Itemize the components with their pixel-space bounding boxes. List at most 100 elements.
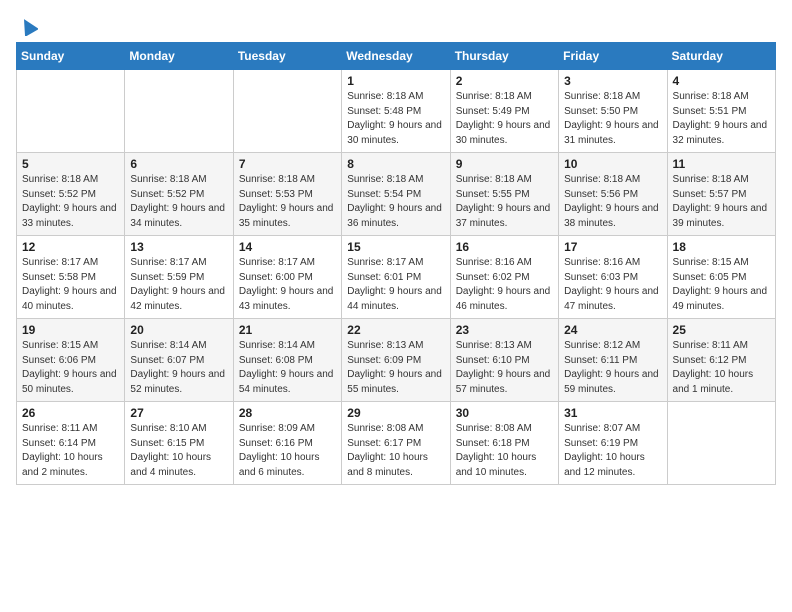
day-info: Sunrise: 8:08 AM Sunset: 6:18 PM Dayligh… xyxy=(456,422,553,480)
calendar-cell: 22 Sunrise: 8:13 AM Sunset: 6:09 PM Dayli… xyxy=(342,319,450,402)
calendar-cell: 15Sunrise: 8:17 AM Sunset: 6:01 PM Dayli… xyxy=(342,236,450,319)
day-info: Sunrise: 8:11 AM Sunset: 6:12 PM Dayligh… xyxy=(673,339,770,397)
day-number: 31 xyxy=(564,406,661,420)
day-number: 8 xyxy=(347,157,444,171)
calendar-cell: 21Sunrise: 8:14 AM Sunset: 6:08 PM Dayli… xyxy=(233,319,341,402)
day-info: Sunrise: 8:18 AM Sunset: 5:49 PM Dayligh… xyxy=(456,90,553,148)
day-info: Sunrise: 8:08 AM Sunset: 6:17 PM Dayligh… xyxy=(347,422,444,480)
day-info: Sunrise: 8:16 AM Sunset: 6:03 PM Dayligh… xyxy=(564,256,661,314)
day-number: 30 xyxy=(456,406,553,420)
day-number: 26 xyxy=(22,406,119,420)
calendar-cell: 12 Sunrise: 8:17 AM Sunset: 5:58 PM Dayli… xyxy=(17,236,125,319)
day-info: Sunrise: 8:18 AM Sunset: 5:48 PM Dayligh… xyxy=(347,90,444,148)
day-info: Sunrise: 8:14 AM Sunset: 6:07 PM Dayligh… xyxy=(130,339,227,397)
day-of-week-header: Sunday xyxy=(17,43,125,70)
day-of-week-header: Saturday xyxy=(667,43,775,70)
calendar-cell: 27Sunrise: 8:10 AM Sunset: 6:15 PM Dayli… xyxy=(125,402,233,485)
day-of-week-header: Tuesday xyxy=(233,43,341,70)
calendar-cell: 14 Sunrise: 8:17 AM Sunset: 6:00 PM Dayli… xyxy=(233,236,341,319)
day-number: 9 xyxy=(456,157,553,171)
day-number: 14 xyxy=(239,240,336,254)
day-info: Sunrise: 8:15 AM Sunset: 6:06 PM Dayligh… xyxy=(22,339,119,397)
calendar-cell: 25 Sunrise: 8:11 AM Sunset: 6:12 PM Dayli… xyxy=(667,319,775,402)
day-number: 4 xyxy=(673,74,770,88)
day-number: 6 xyxy=(130,157,227,171)
day-number: 10 xyxy=(564,157,661,171)
calendar-week-row: 26 Sunrise: 8:11 AM Sunset: 6:14 PM Dayli… xyxy=(17,402,776,485)
day-number: 11 xyxy=(673,157,770,171)
page-header xyxy=(16,16,776,30)
calendar-week-row: 5 Sunrise: 8:18 AM Sunset: 5:52 PM Daylig… xyxy=(17,153,776,236)
day-info: Sunrise: 8:18 AM Sunset: 5:56 PM Dayligh… xyxy=(564,173,661,231)
calendar-cell: 16 Sunrise: 8:16 AM Sunset: 6:02 PM Dayli… xyxy=(450,236,558,319)
calendar-cell: 13Sunrise: 8:17 AM Sunset: 5:59 PM Dayli… xyxy=(125,236,233,319)
day-number: 12 xyxy=(22,240,119,254)
day-number: 7 xyxy=(239,157,336,171)
calendar-table: SundayMondayTuesdayWednesdayThursdayFrid… xyxy=(16,42,776,485)
calendar-cell: 18 Sunrise: 8:15 AM Sunset: 6:05 PM Dayli… xyxy=(667,236,775,319)
day-of-week-header: Thursday xyxy=(450,43,558,70)
day-info: Sunrise: 8:18 AM Sunset: 5:51 PM Dayligh… xyxy=(673,90,770,148)
day-info: Sunrise: 8:18 AM Sunset: 5:50 PM Dayligh… xyxy=(564,90,661,148)
calendar-cell: 1 Sunrise: 8:18 AM Sunset: 5:48 PM Daylig… xyxy=(342,70,450,153)
calendar-cell: 20 Sunrise: 8:14 AM Sunset: 6:07 PM Dayli… xyxy=(125,319,233,402)
day-info: Sunrise: 8:15 AM Sunset: 6:05 PM Dayligh… xyxy=(673,256,770,314)
calendar-cell: 2 Sunrise: 8:18 AM Sunset: 5:49 PM Daylig… xyxy=(450,70,558,153)
day-info: Sunrise: 8:18 AM Sunset: 5:57 PM Dayligh… xyxy=(673,173,770,231)
calendar-week-row: 1 Sunrise: 8:18 AM Sunset: 5:48 PM Daylig… xyxy=(17,70,776,153)
day-info: Sunrise: 8:18 AM Sunset: 5:53 PM Dayligh… xyxy=(239,173,336,231)
logo xyxy=(16,16,38,30)
day-number: 2 xyxy=(456,74,553,88)
day-number: 5 xyxy=(22,157,119,171)
day-number: 22 xyxy=(347,323,444,337)
day-number: 29 xyxy=(347,406,444,420)
calendar-cell: 19 Sunrise: 8:15 AM Sunset: 6:06 PM Dayli… xyxy=(17,319,125,402)
calendar-cell: 5 Sunrise: 8:18 AM Sunset: 5:52 PM Daylig… xyxy=(17,153,125,236)
day-of-week-header: Friday xyxy=(559,43,667,70)
day-number: 16 xyxy=(456,240,553,254)
calendar-cell: 11 Sunrise: 8:18 AM Sunset: 5:57 PM Dayli… xyxy=(667,153,775,236)
calendar-header-row: SundayMondayTuesdayWednesdayThursdayFrid… xyxy=(17,43,776,70)
calendar-cell: 3 Sunrise: 8:18 AM Sunset: 5:50 PM Daylig… xyxy=(559,70,667,153)
calendar-cell xyxy=(17,70,125,153)
day-of-week-header: Monday xyxy=(125,43,233,70)
day-number: 18 xyxy=(673,240,770,254)
day-number: 1 xyxy=(347,74,444,88)
day-info: Sunrise: 8:11 AM Sunset: 6:14 PM Dayligh… xyxy=(22,422,119,480)
day-number: 3 xyxy=(564,74,661,88)
calendar-cell: 4 Sunrise: 8:18 AM Sunset: 5:51 PM Daylig… xyxy=(667,70,775,153)
calendar-cell: 10 Sunrise: 8:18 AM Sunset: 5:56 PM Dayli… xyxy=(559,153,667,236)
day-number: 15 xyxy=(347,240,444,254)
calendar-cell xyxy=(667,402,775,485)
logo-icon xyxy=(18,16,38,36)
day-number: 24 xyxy=(564,323,661,337)
day-number: 23 xyxy=(456,323,553,337)
day-info: Sunrise: 8:07 AM Sunset: 6:19 PM Dayligh… xyxy=(564,422,661,480)
day-of-week-header: Wednesday xyxy=(342,43,450,70)
calendar-week-row: 12 Sunrise: 8:17 AM Sunset: 5:58 PM Dayli… xyxy=(17,236,776,319)
calendar-cell: 9 Sunrise: 8:18 AM Sunset: 5:55 PM Daylig… xyxy=(450,153,558,236)
calendar-cell xyxy=(125,70,233,153)
day-info: Sunrise: 8:16 AM Sunset: 6:02 PM Dayligh… xyxy=(456,256,553,314)
day-info: Sunrise: 8:13 AM Sunset: 6:10 PM Dayligh… xyxy=(456,339,553,397)
day-number: 13 xyxy=(130,240,227,254)
calendar-cell: 26 Sunrise: 8:11 AM Sunset: 6:14 PM Dayli… xyxy=(17,402,125,485)
day-info: Sunrise: 8:09 AM Sunset: 6:16 PM Dayligh… xyxy=(239,422,336,480)
day-number: 17 xyxy=(564,240,661,254)
day-info: Sunrise: 8:17 AM Sunset: 6:00 PM Dayligh… xyxy=(239,256,336,314)
day-info: Sunrise: 8:12 AM Sunset: 6:11 PM Dayligh… xyxy=(564,339,661,397)
calendar-cell: 28Sunrise: 8:09 AM Sunset: 6:16 PM Dayli… xyxy=(233,402,341,485)
day-info: Sunrise: 8:17 AM Sunset: 5:58 PM Dayligh… xyxy=(22,256,119,314)
calendar-cell: 29 Sunrise: 8:08 AM Sunset: 6:17 PM Dayli… xyxy=(342,402,450,485)
day-info: Sunrise: 8:18 AM Sunset: 5:54 PM Dayligh… xyxy=(347,173,444,231)
day-info: Sunrise: 8:13 AM Sunset: 6:09 PM Dayligh… xyxy=(347,339,444,397)
day-info: Sunrise: 8:18 AM Sunset: 5:52 PM Dayligh… xyxy=(130,173,227,231)
calendar-week-row: 19 Sunrise: 8:15 AM Sunset: 6:06 PM Dayli… xyxy=(17,319,776,402)
day-info: Sunrise: 8:18 AM Sunset: 5:55 PM Dayligh… xyxy=(456,173,553,231)
day-number: 19 xyxy=(22,323,119,337)
calendar-cell: 7 Sunrise: 8:18 AM Sunset: 5:53 PM Daylig… xyxy=(233,153,341,236)
day-number: 20 xyxy=(130,323,227,337)
day-number: 25 xyxy=(673,323,770,337)
calendar-cell: 17 Sunrise: 8:16 AM Sunset: 6:03 PM Dayli… xyxy=(559,236,667,319)
day-info: Sunrise: 8:18 AM Sunset: 5:52 PM Dayligh… xyxy=(22,173,119,231)
